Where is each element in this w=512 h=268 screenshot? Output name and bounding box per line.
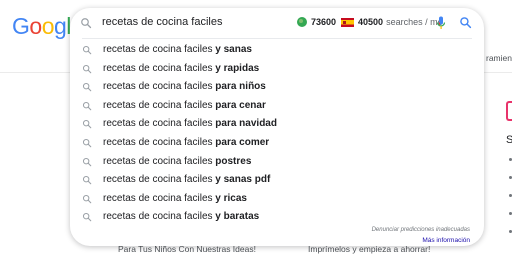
suggestion-item[interactable]: recetas de cocina faciles y rapidas xyxy=(70,60,484,79)
search-icon xyxy=(82,45,92,55)
report-predictions-link[interactable]: Denunciar predicciones inadecuadas xyxy=(372,227,470,233)
search-input[interactable]: recetas de cocina faciles xyxy=(102,16,222,28)
search-icon xyxy=(82,194,92,204)
search-divider xyxy=(82,38,472,39)
suggestion-completion: para niños xyxy=(215,81,266,93)
suggestion-base: recetas de cocina faciles xyxy=(103,99,216,111)
suggestion-item[interactable]: recetas de cocina faciles para navidad xyxy=(70,115,484,134)
suggestion-item[interactable]: recetas de cocina faciles para comer xyxy=(70,134,484,153)
search-icon xyxy=(81,18,92,29)
lens-icon[interactable] xyxy=(459,16,472,29)
suggestion-completion: para comer xyxy=(215,136,270,148)
suggestion-base: recetas de cocina faciles xyxy=(103,118,216,130)
spain-flag-icon xyxy=(341,17,355,27)
logo-letter: o xyxy=(29,13,42,39)
search-input-row[interactable]: recetas de cocina faciles 73600 40500 se… xyxy=(70,8,484,38)
search-icon xyxy=(82,138,92,148)
suggestion-completion: para cenar xyxy=(215,99,266,111)
suggestion-base: recetas de cocina faciles xyxy=(103,81,216,93)
suggestion-completion: y ricas xyxy=(215,192,247,204)
search-icon xyxy=(82,176,92,185)
suggestion-base: recetas de cocina faciles xyxy=(103,155,216,167)
suggestion-completion: y sanas xyxy=(215,44,252,55)
search-icon xyxy=(82,120,92,129)
search-icon xyxy=(82,213,92,222)
search-box[interactable]: recetas de cocina faciles 73600 40500 se… xyxy=(70,8,484,246)
search-icon xyxy=(82,64,92,73)
suggestion-completion: y baratas xyxy=(215,211,260,223)
suggestion-item[interactable]: recetas de cocina faciles y baratas xyxy=(70,208,484,227)
global-volume: 73600 xyxy=(311,17,337,27)
keyword-volume-stats: 73600 40500 searches / mo. xyxy=(297,17,445,27)
search-icon xyxy=(82,83,92,92)
suggestion-completion: y rapidas xyxy=(215,62,260,74)
search-icon xyxy=(82,157,92,166)
globe-icon xyxy=(297,17,307,27)
logo-letter: g xyxy=(53,13,67,39)
side-card-letter: S xyxy=(506,134,512,146)
mic-icon[interactable] xyxy=(436,16,446,31)
suggestion-item[interactable]: recetas de cocina faciles y ricas xyxy=(70,190,484,209)
suggestion-base: recetas de cocina faciles xyxy=(103,44,216,55)
logo-letter: G xyxy=(12,13,30,39)
suggestion-base: recetas de cocina faciles xyxy=(103,62,216,74)
suggestion-item[interactable]: recetas de cocina faciles postres xyxy=(70,153,484,172)
more-info-link[interactable]: Más información xyxy=(422,237,470,244)
suggestion-base: recetas de cocina faciles xyxy=(103,136,216,148)
country-volume: 40500 xyxy=(358,17,384,27)
suggestion-item[interactable]: recetas de cocina faciles y sanas pdf xyxy=(70,171,484,190)
suggestion-item[interactable]: recetas de cocina faciles para niños xyxy=(70,78,484,97)
suggestion-base: recetas de cocina faciles xyxy=(103,211,216,223)
search-icon xyxy=(82,101,92,111)
side-card-icon xyxy=(506,101,512,121)
suggestion-item[interactable]: recetas de cocina faciles y sanas xyxy=(70,41,484,60)
suggestion-completion: y sanas pdf xyxy=(215,174,271,186)
suggestion-completion: postres xyxy=(215,155,252,167)
suggestion-list: recetas de cocina faciles y sanas receta… xyxy=(70,41,484,227)
suggestion-base: recetas de cocina faciles xyxy=(103,192,216,204)
suggestion-item[interactable]: recetas de cocina faciles para cenar xyxy=(70,97,484,116)
suggestion-completion: para navidad xyxy=(215,118,277,130)
suggestion-base: recetas de cocina faciles xyxy=(103,174,216,186)
logo-letter: o xyxy=(41,13,55,39)
tools-tab[interactable]: ramienta xyxy=(486,53,512,63)
